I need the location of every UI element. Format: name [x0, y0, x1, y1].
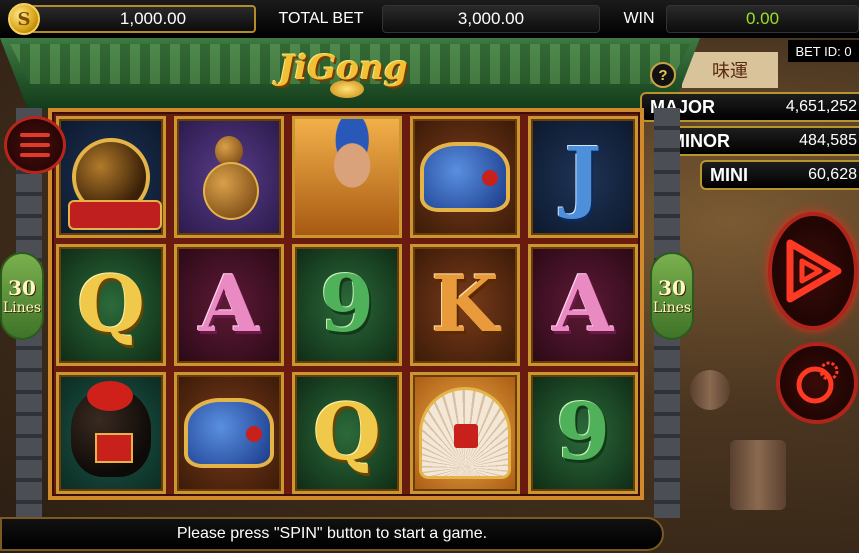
nine-symbol: 9 [555, 387, 611, 478]
background-pot [690, 370, 730, 410]
pot-symbol [68, 138, 162, 230]
bet-id: BET ID: 0 [788, 40, 859, 62]
k-symbol: K [431, 259, 499, 350]
balance-display: 1,000.00 [30, 5, 256, 33]
lines-badge-right: 30 Lines [650, 252, 694, 340]
hat-symbol [420, 142, 510, 212]
jackpot-minor: MINOR 484,585 [660, 126, 859, 156]
jackpot-mini: MINI 60,628 [700, 160, 859, 190]
nine-symbol: 9 [319, 259, 375, 350]
reel-grid: Q A 9 Q K J A 9 [48, 108, 644, 500]
reel-4-row-2: K [410, 244, 520, 366]
jackpot-mini-label: MINI [710, 164, 748, 185]
reel-2-row-2: A [174, 244, 284, 366]
jackpot-mini-value: 60,628 [808, 166, 857, 183]
reel-2-row-3 [174, 372, 284, 494]
reel-1-row-3 [56, 372, 166, 494]
play-triangle-icon [786, 239, 842, 303]
reel-3-row-1 [292, 116, 402, 238]
lines-text: Lines [2, 300, 42, 316]
win-value: 0.00 [745, 9, 780, 28]
j-symbol: J [564, 131, 602, 222]
jackpot-minor-value: 484,585 [799, 132, 857, 149]
reel-4-row-1 [410, 116, 520, 238]
reel-5-row-3: 9 [528, 372, 638, 494]
total-bet-label: TOTAL BET [278, 10, 364, 27]
a-symbol: A [552, 259, 614, 350]
reel-1-row-2: Q [56, 244, 166, 366]
status-message: Please press "SPIN" button to start a ga… [0, 517, 664, 551]
gear-cycle-icon [796, 361, 839, 404]
lines-text: Lines [652, 300, 692, 316]
total-bet-display[interactable]: 3,000.00 [382, 5, 600, 33]
reel-5-row-1: J [528, 116, 638, 238]
help-button[interactable]: ? [650, 62, 676, 88]
lines-badge-left: 30 Lines [0, 252, 44, 340]
autoplay-button[interactable] [776, 342, 858, 424]
q-symbol: Q [313, 387, 381, 478]
hat-symbol [184, 398, 274, 468]
lines-count: 30 [658, 276, 686, 300]
top-bar: 1,000.00 S TOTAL BET 3,000.00 WIN 0.00 [0, 0, 859, 38]
wine-jar-symbol [71, 381, 151, 477]
game-logo: JiGong [278, 48, 408, 88]
a-symbol: A [198, 259, 260, 350]
reel-2-row-1 [174, 116, 284, 238]
background-barrel [730, 440, 786, 510]
reel-4-row-3 [410, 372, 520, 494]
monk-symbol [295, 119, 399, 235]
lines-count: 30 [8, 276, 36, 300]
gourd-symbol [203, 136, 259, 220]
reel-1-row-1 [56, 116, 166, 238]
jackpot-major-value: 4,651,252 [785, 98, 857, 115]
reel-3-row-3: Q [292, 372, 402, 494]
fan-symbol [419, 387, 511, 479]
q-symbol: Q [77, 259, 145, 350]
total-bet-value: 3,000.00 [457, 9, 525, 28]
spin-button[interactable] [768, 212, 858, 330]
reel-3-row-2: 9 [292, 244, 402, 366]
coin-icon: S [8, 3, 40, 35]
win-display: 0.00 [666, 5, 859, 33]
background-sign: 味運 [682, 52, 778, 88]
balance-value: 1,000.00 [119, 9, 187, 28]
win-label: WIN [623, 10, 655, 27]
reel-5-row-2: A [528, 244, 638, 366]
hamburger-menu-icon[interactable] [4, 116, 66, 174]
